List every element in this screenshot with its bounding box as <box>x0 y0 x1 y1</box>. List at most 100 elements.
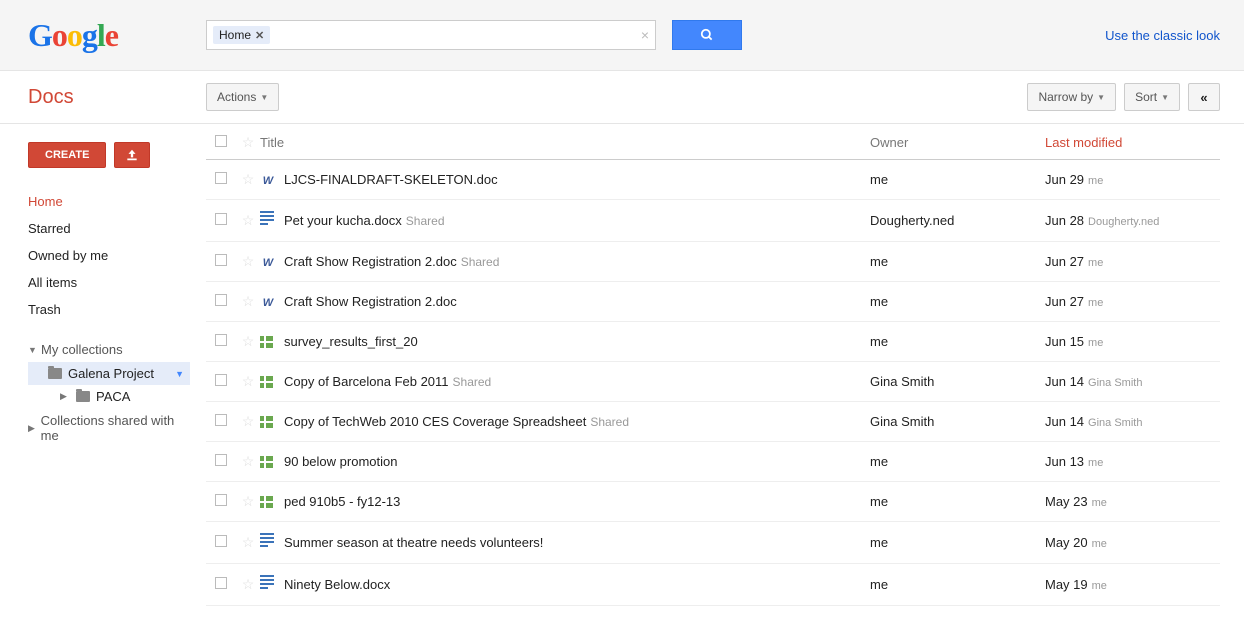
column-title[interactable]: Title <box>260 135 870 150</box>
owner-cell: me <box>870 334 1045 349</box>
row-checkbox[interactable] <box>215 334 227 346</box>
doc-title[interactable]: survey_results_first_20 <box>284 334 418 349</box>
table-row[interactable]: ☆Ninety Below.docxmeMay 19me <box>206 564 1220 606</box>
sort-button[interactable]: Sort ▼ <box>1124 83 1180 111</box>
collection-item[interactable]: Galena Project▼ <box>28 362 190 385</box>
row-checkbox[interactable] <box>215 454 227 466</box>
upload-button[interactable] <box>114 142 150 168</box>
doc-title[interactable]: Copy of TechWeb 2010 CES Coverage Spread… <box>284 414 586 429</box>
doc-title[interactable]: Craft Show Registration 2.doc <box>284 294 457 309</box>
header-bar: Google Home ✕ × Use the classic look <box>0 0 1244 71</box>
doc-title[interactable]: Summer season at theatre needs volunteer… <box>284 535 543 550</box>
google-doc-icon <box>260 533 274 549</box>
search-clear-icon[interactable]: × <box>641 27 649 43</box>
modified-date: Jun 28 <box>1045 213 1084 228</box>
table-row[interactable]: ☆ Summer season at theatre needs voluntee… <box>206 522 1220 564</box>
select-all-checkbox[interactable] <box>215 135 227 147</box>
row-checkbox[interactable] <box>215 254 227 266</box>
owner-cell: me <box>870 294 1045 309</box>
star-icon[interactable]: ☆ <box>242 534 255 550</box>
table-row[interactable]: ☆ Pet your kucha.docx Shared Dougherty.nedJ… <box>206 200 1220 242</box>
star-icon[interactable]: ☆ <box>242 373 255 389</box>
search-button[interactable] <box>672 20 742 50</box>
caret-right-icon: ▶ <box>60 391 70 402</box>
shared-badge: Shared <box>406 214 445 228</box>
google-logo[interactable]: Google <box>28 17 168 54</box>
doc-title[interactable]: Copy of Barcelona Feb 2011 <box>284 374 449 389</box>
row-checkbox[interactable] <box>215 213 227 225</box>
narrow-by-button[interactable]: Narrow by ▼ <box>1027 83 1116 111</box>
search-container: Home ✕ × <box>206 20 742 50</box>
folder-icon <box>48 368 62 379</box>
collection-menu-icon[interactable]: ▼ <box>175 369 184 379</box>
table-header: ☆ Title Owner Last modified <box>206 124 1220 160</box>
classic-look-link[interactable]: Use the classic look <box>1105 28 1220 43</box>
shared-collections-toggle[interactable]: ▶ Collections shared with me <box>28 408 190 448</box>
column-owner[interactable]: Owner <box>870 135 1045 150</box>
table-row[interactable]: ☆WCraft Show Registration 2.docSharedmeJ… <box>206 242 1220 282</box>
table-row[interactable]: ☆Copy of Barcelona Feb 2011SharedGina Sm… <box>206 362 1220 402</box>
doc-title[interactable]: LJCS-FINALDRAFT-SKELETON.doc <box>284 172 498 187</box>
star-icon[interactable]: ☆ <box>242 413 255 429</box>
nav-item-trash[interactable]: Trash <box>28 296 190 323</box>
row-checkbox[interactable] <box>215 494 227 506</box>
doc-title[interactable]: Ninety Below.docx <box>284 577 390 592</box>
star-icon[interactable]: ☆ <box>242 453 255 469</box>
star-icon[interactable]: ☆ <box>242 493 255 509</box>
doc-title[interactable]: 90 below promotion <box>284 454 397 469</box>
table-row[interactable]: ☆WLJCS-FINALDRAFT-SKELETON.docmeJun 29me <box>206 160 1220 200</box>
owner-cell: Gina Smith <box>870 414 1045 429</box>
row-checkbox[interactable] <box>215 414 227 426</box>
row-checkbox[interactable] <box>215 172 227 184</box>
row-checkbox[interactable] <box>215 577 227 589</box>
nav-item-all-items[interactable]: All items <box>28 269 190 296</box>
caret-down-icon: ▼ <box>1161 93 1169 102</box>
modified-by: me <box>1088 457 1103 469</box>
modified-date: Jun 29 <box>1045 172 1084 187</box>
table-row[interactable]: ☆ped 910b5 - fy12-13meMay 23me <box>206 482 1220 522</box>
doc-title[interactable]: ped 910b5 - fy12-13 <box>284 494 400 509</box>
modified-date: Jun 14 <box>1045 414 1084 429</box>
chevrons-left-icon: « <box>1200 90 1207 105</box>
owner-cell: me <box>870 454 1045 469</box>
table-row[interactable]: ☆WCraft Show Registration 2.docmeJun 27m… <box>206 282 1220 322</box>
actions-button[interactable]: Actions ▼ <box>206 83 279 111</box>
collapse-button[interactable]: « <box>1188 83 1220 111</box>
nav-item-owned-by-me[interactable]: Owned by me <box>28 242 190 269</box>
spreadsheet-icon <box>260 416 284 428</box>
search-chip[interactable]: Home ✕ <box>213 26 270 44</box>
star-icon[interactable]: ☆ <box>242 576 255 592</box>
row-checkbox[interactable] <box>215 535 227 547</box>
caret-down-icon: ▼ <box>260 93 268 102</box>
word-doc-icon: W <box>260 174 276 188</box>
shared-badge: Shared <box>461 255 500 269</box>
table-row[interactable]: ☆90 below promotionmeJun 13me <box>206 442 1220 482</box>
nav-item-starred[interactable]: Starred <box>28 215 190 242</box>
column-modified[interactable]: Last modified <box>1045 135 1220 150</box>
table-row[interactable]: ☆ Copy of TechWeb 2010 CES Coverage Sprea… <box>206 402 1220 442</box>
nav-item-home[interactable]: Home <box>28 188 190 215</box>
doc-title[interactable]: Pet your kucha.docx <box>284 213 402 228</box>
row-checkbox[interactable] <box>215 374 227 386</box>
star-icon[interactable]: ☆ <box>242 293 255 309</box>
owner-cell: me <box>870 535 1045 550</box>
search-input[interactable]: Home ✕ × <box>206 20 656 50</box>
doc-title[interactable]: Craft Show Registration 2.doc <box>284 254 457 269</box>
search-chip-label: Home <box>219 28 251 42</box>
row-checkbox[interactable] <box>215 294 227 306</box>
star-icon[interactable]: ☆ <box>242 253 255 269</box>
star-icon[interactable]: ☆ <box>242 171 255 187</box>
table-row[interactable]: ☆survey_results_first_20meJun 15me <box>206 322 1220 362</box>
spreadsheet-icon <box>260 456 284 468</box>
star-icon[interactable]: ☆ <box>242 333 255 349</box>
create-button[interactable]: CREATE <box>28 142 106 168</box>
star-icon[interactable]: ☆ <box>242 212 255 228</box>
modified-by: me <box>1092 497 1107 509</box>
chip-remove-icon[interactable]: ✕ <box>255 29 264 42</box>
modified-date: Jun 14 <box>1045 374 1084 389</box>
my-collections-toggle[interactable]: ▼ My collections <box>28 337 190 362</box>
folder-icon <box>76 391 90 402</box>
collection-item[interactable]: ▶PACA <box>40 385 190 408</box>
owner-cell: Dougherty.ned <box>870 213 1045 228</box>
modified-date: May 23 <box>1045 494 1088 509</box>
